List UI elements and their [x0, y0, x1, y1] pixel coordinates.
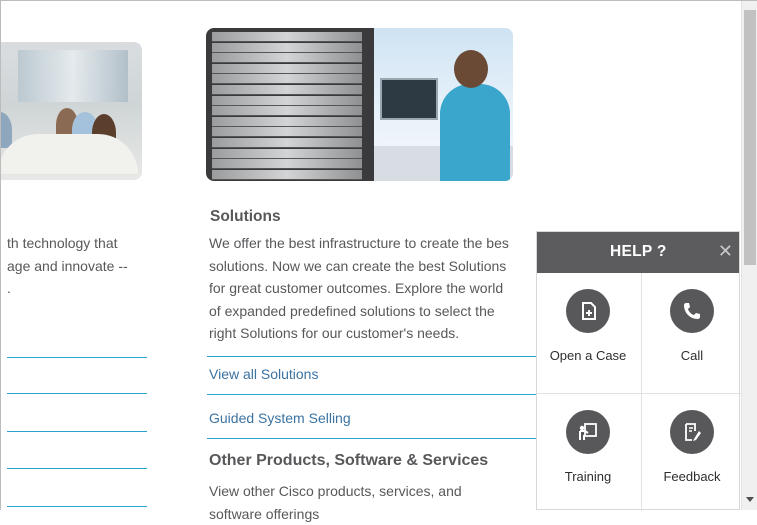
datacenter-photo	[206, 28, 513, 181]
guided-system-selling-link[interactable]: Guided System Selling	[209, 410, 351, 426]
left-text-line: age and innovate --	[7, 255, 128, 278]
solutions-divider	[207, 394, 540, 395]
left-divider	[7, 393, 147, 394]
call-label: Call	[641, 348, 743, 363]
left-text-line: .	[7, 277, 128, 300]
left-column-text: th technology that age and innovate -- .	[7, 232, 128, 300]
case-icon	[566, 289, 610, 333]
solutions-line: solutions. Now we can create the best So…	[209, 255, 509, 278]
close-icon[interactable]: ✕	[718, 241, 733, 261]
solutions-divider	[207, 438, 540, 439]
left-divider	[7, 468, 147, 469]
help-title: HELP ?	[610, 243, 667, 261]
feedback-icon	[670, 410, 714, 454]
open-case-button[interactable]: Open a Case	[537, 273, 639, 393]
feedback-label: Feedback	[641, 469, 743, 484]
open-case-label: Open a Case	[537, 348, 639, 363]
solutions-line: right Solutions for our customer's needs…	[209, 322, 509, 345]
vertical-scrollbar[interactable]	[741, 0, 757, 510]
view-all-solutions-link[interactable]: View all Solutions	[209, 366, 318, 382]
other-products-title: Other Products, Software & Services	[209, 452, 488, 470]
scrollbar-thumb[interactable]	[744, 10, 756, 265]
help-header: HELP ? ✕	[537, 232, 739, 273]
other-products-line: View other Cisco products, services, and	[209, 480, 462, 503]
training-button[interactable]: Training	[537, 394, 639, 514]
solutions-description: We offer the best infrastructure to crea…	[209, 232, 509, 345]
feedback-button[interactable]: Feedback	[641, 394, 743, 514]
left-divider	[7, 357, 147, 358]
training-icon	[566, 410, 610, 454]
training-label: Training	[537, 469, 639, 484]
left-divider	[7, 506, 147, 507]
left-divider	[7, 431, 147, 432]
help-widget: HELP ? ✕ Open a Case Call Train	[536, 231, 740, 510]
solutions-line: for great customer outcomes. Explore the…	[209, 277, 509, 300]
solutions-divider	[207, 356, 540, 357]
conference-room-photo	[0, 42, 142, 180]
other-products-line: software offerings	[209, 503, 462, 525]
solutions-line: of expanded predefined solutions to sele…	[209, 300, 509, 323]
phone-icon	[670, 289, 714, 333]
other-products-description: View other Cisco products, services, and…	[209, 480, 462, 525]
call-button[interactable]: Call	[641, 273, 743, 393]
solutions-title: Solutions	[210, 208, 281, 226]
scroll-down-icon[interactable]	[746, 497, 754, 502]
left-text-line: th technology that	[7, 232, 128, 255]
solutions-line: We offer the best infrastructure to crea…	[209, 232, 509, 255]
